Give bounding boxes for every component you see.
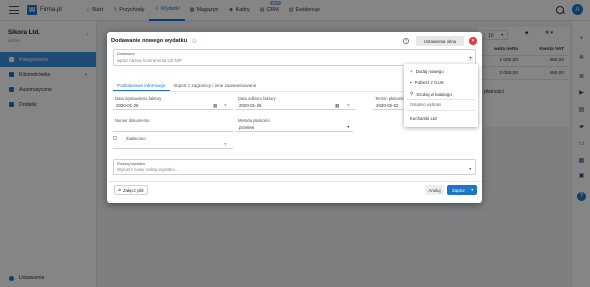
help-icon[interactable]: ? [347,103,349,108]
plus-icon: + [410,69,413,74]
contractor-label: Dostawca [117,51,135,56]
save-label: Zapisz [452,187,465,193]
calendar-icon[interactable]: ▦ [335,103,339,109]
receipt-date-value: 2020-01-26 [239,102,262,108]
dropdown-item-gus[interactable]: ▪ Pobierz z GUS [410,80,444,85]
contractor-input[interactable]: wpisz nazwę kontrahenta lub NIP [117,58,182,63]
paid-amount-input[interactable] [113,140,233,149]
expense-type-label: Rodzaj wydatku [117,161,146,166]
cancel-button[interactable]: Anuluj [425,185,444,195]
footer-divider [107,181,482,182]
dropdown-item-label: Dodaj nowego [415,69,444,74]
doc-number-input[interactable] [113,123,233,132]
expense-type-input[interactable]: Wybierz nowy rodzaj wydatku... [117,167,178,172]
contractor-dropdown: + Dodaj nowego ▪ Pobierz z GUS ⚲ Szukaj … [404,64,478,127]
help-icon[interactable]: ? [403,38,409,44]
building-icon: ▪ [410,80,412,85]
attach-file-label: Załącz plik [122,187,144,193]
dropdown-item-add-new[interactable]: + Dodaj nowego [410,69,444,74]
search-icon: ⚲ [410,91,414,96]
expense-type-field[interactable]: Rodzaj wydatku Wybierz nowy rodzaj wydat… [113,159,476,175]
close-icon[interactable]: × [469,37,477,45]
chevron-down-icon: ▼ [346,125,350,129]
help-icon[interactable]: ? [224,103,226,108]
attach-file-button[interactable]: ⌀ Załącz plik [114,185,148,195]
calendar-icon[interactable]: ▦ [213,103,217,109]
save-button[interactable]: Zapisz ▼ [447,185,477,195]
payment-due-value: 2020-02-02 [376,102,399,108]
chevron-down-icon[interactable]: ▼ [468,167,472,171]
chevron-down-icon[interactable]: ▼ [468,56,473,61]
recent-label: Ostatnio wybrani [410,102,442,107]
tab-basic-info[interactable]: Podstawowe informacje [113,80,170,91]
dropdown-item-recent[interactable]: Kucharski Ltd [410,116,437,121]
window-settings-button[interactable]: Ustawienia okna [416,36,464,46]
star-icon[interactable]: ☆ [191,37,197,45]
dropdown-divider [407,99,475,100]
help-icon[interactable]: ? [224,142,226,147]
invoice-date-value: 2020-01-26 [116,102,139,108]
modal-tabs: Podstawowe informacje Import z zagranicy… [113,80,260,91]
dropdown-item-label: Szukaj w katalogu [416,91,452,97]
paperclip-icon: ⌀ [118,187,121,192]
dropdown-item-label: Pobierz z GUS [414,80,444,85]
payment-method-select[interactable]: przelew ▼ [236,123,353,132]
payment-method-value: przelew [239,124,255,130]
modal-title: Dodawanie nowego wydatku [111,37,188,44]
dropdown-item-catalog[interactable]: ⚲ Szukaj w katalogu [410,91,452,97]
tab-import-advanced[interactable]: Import z zagranicy i inne zaawansowane [170,80,261,91]
chevron-down-icon[interactable]: ▼ [470,188,474,192]
dropdown-divider [407,110,475,111]
app-window: W Firma.pl ⌂ Start ⇧ Przychody ⇩ Wydatki ▦ Maga… [0,0,590,287]
